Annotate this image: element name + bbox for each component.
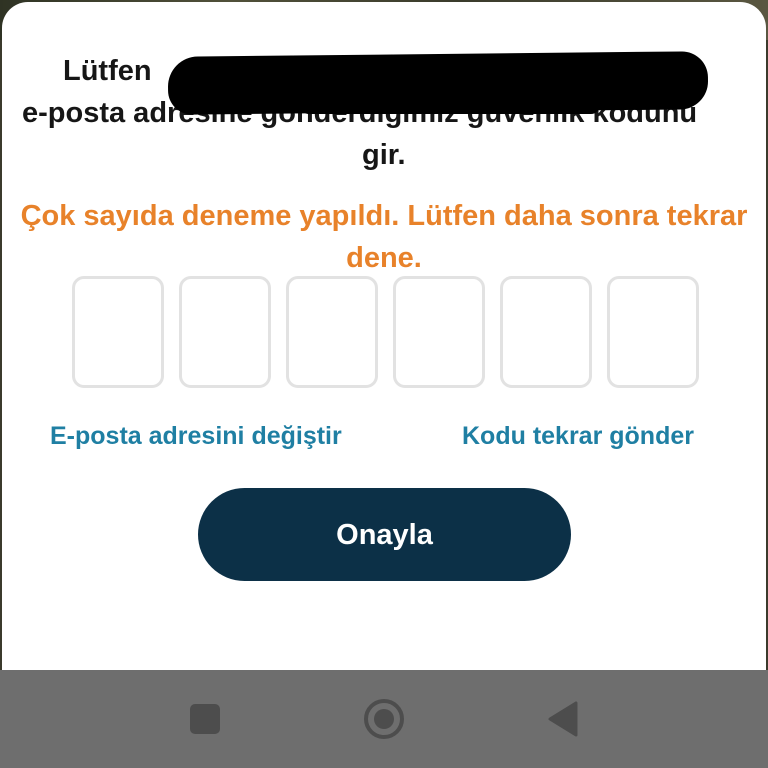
- home-button[interactable]: [339, 670, 429, 768]
- confirm-button[interactable]: Onayla: [198, 488, 571, 581]
- change-email-link[interactable]: E-posta adresini değiştir: [50, 422, 342, 451]
- resend-code-link[interactable]: Kodu tekrar gönder: [462, 422, 694, 451]
- code-digit-5[interactable]: [500, 276, 592, 388]
- recents-button[interactable]: [160, 670, 250, 768]
- home-circle-icon: [364, 699, 404, 739]
- code-digit-1[interactable]: [72, 276, 164, 388]
- code-digit-3[interactable]: [286, 276, 378, 388]
- back-button[interactable]: [518, 670, 608, 768]
- code-digit-4[interactable]: [393, 276, 485, 388]
- redaction-mark-tail: [300, 96, 600, 114]
- error-message: Çok sayıda deneme yapıldı. Lütfen daha s…: [20, 200, 748, 274]
- system-navigation-bar: [0, 670, 768, 768]
- code-digit-6[interactable]: [607, 276, 699, 388]
- code-input-row: [72, 276, 699, 388]
- code-digit-2[interactable]: [179, 276, 271, 388]
- instruction-line-3: gir.: [362, 139, 406, 171]
- back-triangle-icon: [548, 701, 578, 737]
- instruction-line-1: Lütfen: [63, 55, 152, 87]
- recents-square-icon: [190, 704, 220, 734]
